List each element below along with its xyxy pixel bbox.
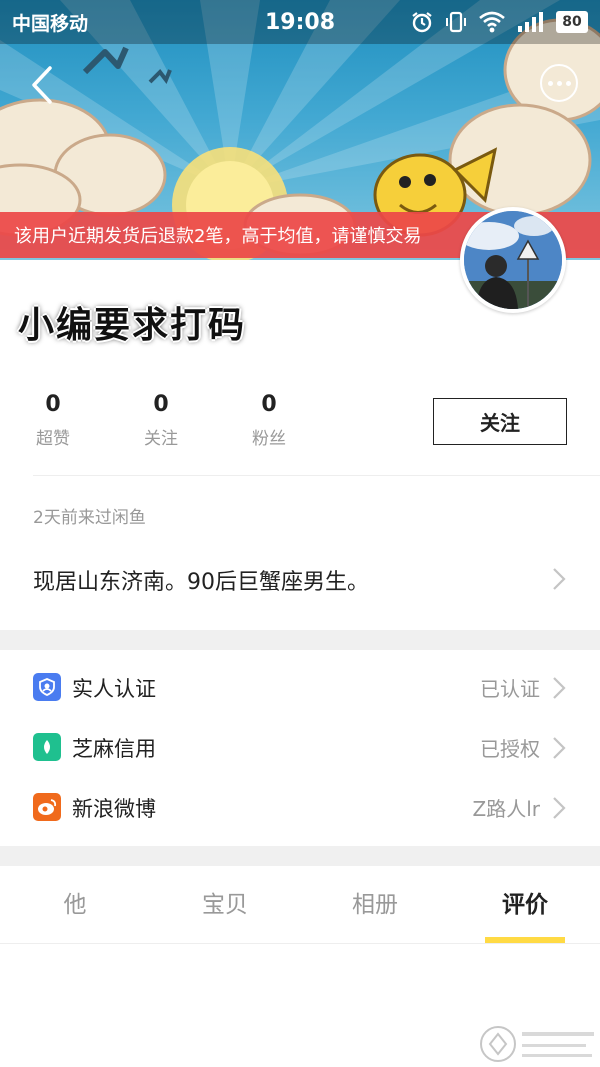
divider — [33, 475, 600, 476]
section-gap — [0, 846, 600, 866]
alarm-icon — [412, 12, 432, 33]
wifi-icon — [479, 11, 505, 33]
risk-warning-text: 该用户近期发货后退款2笔，高于均值，请谨慎交易 — [14, 226, 422, 247]
sesame-credit-label: 芝麻信用 — [72, 737, 156, 761]
signal-icon — [518, 12, 543, 32]
section-gap — [0, 630, 600, 650]
weibo-status: Z路人lr — [472, 797, 540, 821]
verify-row-sesame-credit[interactable]: 芝麻信用 已授权 — [0, 718, 600, 778]
tab-items[interactable]: 宝贝 — [150, 866, 300, 944]
back-button[interactable] — [22, 60, 62, 110]
last-seen-text: 2天前来过闲鱼 — [33, 508, 146, 528]
stat-likes-count: 0 — [45, 392, 61, 417]
stat-likes-label: 超赞 — [36, 429, 70, 449]
stat-followers[interactable]: 0 粉丝 — [229, 390, 309, 449]
stat-following-label: 关注 — [144, 429, 178, 449]
weibo-icon — [33, 793, 61, 821]
verify-row-real-person[interactable]: 实人认证 已认证 — [0, 658, 600, 718]
profile-tabs: 他 宝贝 相册 评价 — [0, 866, 600, 944]
avatar-photo — [464, 211, 562, 309]
stat-following[interactable]: 0 关注 — [121, 390, 201, 449]
tab-him[interactable]: 他 — [0, 866, 150, 944]
real-person-status: 已认证 — [480, 677, 540, 701]
stat-following-count: 0 — [153, 392, 169, 417]
stat-likes[interactable]: 0 超赞 — [13, 390, 93, 449]
chevron-right-icon — [553, 737, 566, 759]
username: 小编要求打码 — [18, 305, 247, 346]
stat-followers-count: 0 — [261, 392, 277, 417]
status-time: 19:08 — [264, 9, 336, 35]
back-chevron-icon — [32, 66, 52, 104]
active-tab-indicator — [485, 937, 565, 943]
vibrate-icon — [446, 11, 466, 33]
more-options-button[interactable] — [540, 64, 578, 102]
follow-button[interactable]: 关注 — [433, 398, 567, 445]
chevron-right-icon — [553, 677, 566, 699]
status-bar: 中国移动 19:08 80 — [0, 0, 600, 44]
carrier-name: 中国移动 — [12, 12, 89, 35]
status-icons: 80 — [410, 10, 588, 34]
verify-row-weibo[interactable]: 新浪微博 Z路人lr — [0, 778, 600, 838]
more-dots-icon — [547, 80, 553, 86]
chevron-right-icon — [553, 797, 566, 819]
sesame-credit-icon — [33, 733, 61, 761]
weibo-label: 新浪微博 — [72, 797, 156, 821]
tab-reviews[interactable]: 评价 — [450, 866, 600, 944]
battery-level: 80 — [556, 11, 588, 33]
bio-text: 现居山东济南。90后巨蟹座男生。 — [33, 570, 369, 595]
tab-album[interactable]: 相册 — [300, 866, 450, 944]
bio-row[interactable]: 现居山东济南。90后巨蟹座男生。 — [0, 548, 600, 610]
chevron-right-icon — [553, 568, 566, 590]
real-person-label: 实人认证 — [72, 677, 156, 701]
real-person-icon — [33, 673, 61, 701]
stat-followers-label: 粉丝 — [252, 429, 286, 449]
avatar[interactable] — [460, 207, 566, 313]
watermark-logo — [480, 1026, 594, 1062]
sesame-credit-status: 已授权 — [480, 737, 540, 761]
